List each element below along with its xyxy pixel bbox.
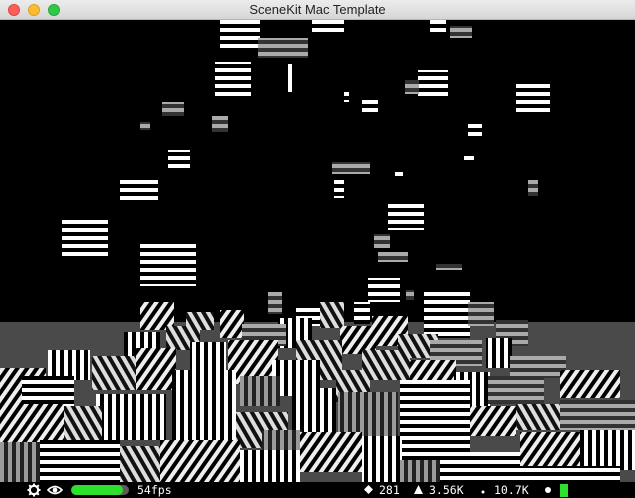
diamond-icon xyxy=(364,485,373,494)
gpu-load-indicator xyxy=(560,484,568,497)
gear-icon[interactable] xyxy=(27,483,41,497)
dot-icon xyxy=(481,490,485,494)
fps-meter-fill xyxy=(71,485,124,495)
scene-view[interactable] xyxy=(0,20,635,482)
triangle-count: 3.56K xyxy=(429,483,464,497)
title-bar[interactable]: SceneKit Mac Template xyxy=(0,0,635,20)
app-window: SceneKit Mac Template 54fps 281 3.56K 10… xyxy=(0,0,635,498)
eye-icon[interactable] xyxy=(47,483,63,497)
fps-label: 54fps xyxy=(137,483,172,497)
statistics-bar: 54fps 281 3.56K 10.7K xyxy=(0,482,635,498)
fps-meter xyxy=(71,485,129,495)
window-title: SceneKit Mac Template xyxy=(249,2,386,17)
scene-render[interactable] xyxy=(0,20,635,482)
vertex-count: 10.7K xyxy=(494,483,529,497)
box-pile xyxy=(0,292,635,482)
triangle-icon xyxy=(414,485,423,494)
node-count: 281 xyxy=(379,483,400,497)
falling-boxes xyxy=(62,20,550,324)
cpu-icon xyxy=(545,487,551,493)
